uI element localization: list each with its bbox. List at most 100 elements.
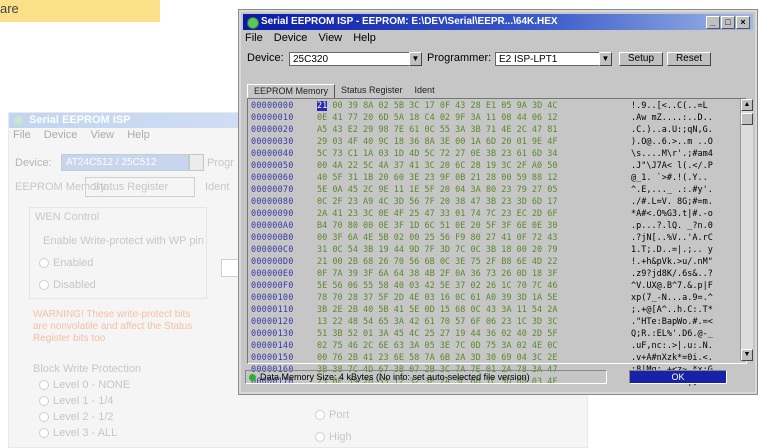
address-cell: 00000150 [251,353,294,363]
radio-icon [39,396,49,407]
address-cell: 00000050 [251,161,294,171]
hex-row[interactable]: A5 43 E2 29 98 7E 61 0C 55 3A 3B 71 4E 2… [317,124,617,136]
hex-row[interactable]: 13 22 48 54 65 3A 42 61 70 57 6F 06 23 1… [317,316,617,328]
background-level-2: Level 2 - 1/2 [39,411,114,423]
programmer-dropdown-button[interactable]: ▼ [599,52,612,66]
hex-row[interactable]: 29 03 4F 40 9C 18 36 8A 3E 00 1A 6D 20 0… [317,136,617,148]
background-tab-ident: Ident [205,181,230,193]
background-group-text: Enable Write-protect with WP pin [43,235,204,247]
ascii-row: ).O@..6.>..m ..O [631,137,713,147]
device-label: Device: [247,52,284,64]
hex-data-grid[interactable]: 21 00 39 8A 02 5B 3C 17 0F 43 28 E1 05 9… [317,100,617,388]
radio-label: Level 2 - 1/2 [53,411,114,423]
background-radio-enabled: Enabled [39,257,93,269]
radio-icon [315,410,325,421]
hex-row[interactable]: 40 5F 31 1B 20 60 3E 23 9F 0B 21 28 00 5… [317,172,617,184]
scroll-thumb[interactable] [741,113,753,125]
address-cell: 00000120 [251,317,294,327]
titlebar[interactable]: Serial EEPROM ISP - EEPROM: E:\DEV\Seria… [243,14,753,30]
address-cell: 000000E0 [251,269,294,279]
background-radio-disabled: Disabled [39,279,96,291]
background-tab-status: Status Register [93,181,169,193]
hex-row[interactable]: 5E 0A 45 2C 9E 11 1E 5F 20 04 3A 80 23 7… [317,184,617,196]
tab-ident[interactable]: Ident [409,84,441,98]
app-icon [14,116,23,125]
progress-bar: OK [629,370,727,384]
background-option-port: Port [315,409,349,421]
device-select[interactable]: 25C320 [289,52,409,66]
radio-label: Level 1 - 1/4 [53,395,114,407]
tab-eeprom-memory[interactable]: EEPROM Memory [247,84,336,98]
radio-label: Level 0 - NONE [53,379,131,391]
hex-row[interactable]: 78 70 28 37 5F 2D 4E 03 16 0C 61 A0 39 3… [317,292,617,304]
hex-row[interactable]: 0E 41 77 20 6D 5A 18 C4 02 9F 3A 11 08 4… [317,112,617,124]
menu-file[interactable]: File [245,32,263,44]
scroll-down-button[interactable]: ▼ [741,349,753,361]
hex-row[interactable]: 00 4A 22 5C 4A 37 41 3C 20 6C 28 19 3C 2… [317,160,617,172]
background-block-title: Block Write Protection [33,363,142,375]
background-group-title: WEN Control [35,211,100,223]
hex-row[interactable]: 5C 73 C1 1A 03 1D 4D 5C 72 27 0E 3B 23 6… [317,148,617,160]
hex-row[interactable]: 51 3B 52 01 3A 45 4C 25 27 19 44 36 02 4… [317,328,617,340]
hex-row[interactable]: 2A 41 23 3C 0E 4F 25 47 33 01 74 7C 23 E… [317,208,617,220]
menu-device[interactable]: Device [274,32,308,44]
hex-row[interactable]: 21 00 2B 68 26 70 56 6B 0C 3E 75 2F B8 6… [317,256,617,268]
hex-row[interactable]: B4 70 80 00 0E 3F 1D 6C 51 0E 20 5F 3F 6… [317,220,617,232]
tab-status-register[interactable]: Status Register [335,84,409,98]
device-dropdown-button[interactable]: ▼ [409,52,422,66]
ascii-row: .p...?.lQ. _?n.0 [631,221,713,231]
address-cell: 000000A0 [251,221,294,231]
selected-byte[interactable]: 21 [317,101,328,111]
ascii-row: *A#<.O%G3.t|#.-o [631,209,713,219]
hex-row[interactable]: 0F 7A 39 3F 6A 64 38 4B 2F 0A 36 73 26 0… [317,268,617,280]
background-menu-device: Device [43,129,78,141]
hex-row[interactable]: 02 75 46 2C 6E 63 3A 05 3E 7C 0D 75 3A 0… [317,340,617,352]
maximize-button[interactable]: □ [721,16,735,29]
tab-bar: EEPROM Memory Status Register Ident [247,84,441,98]
radio-label: Level 3 - ALL [53,427,118,439]
background-device-dropdown [189,154,204,171]
hex-row[interactable]: 3B 2E 2B 40 5B 41 5E 0D 15 68 0C 43 3A 1… [317,304,617,316]
progress-label: OK [671,372,685,382]
setup-button[interactable]: Setup [619,52,663,66]
hex-row[interactable]: 5E 56 06 55 58 40 03 42 5E 37 02 26 1C 7… [317,280,617,292]
ascii-row: 1.T;.D..=|.;.. y [631,245,713,255]
ascii-row: \s....M\r'.;#am4 [631,149,713,159]
ascii-row: .v+A#nXzk*=0i.<. [631,353,713,363]
ascii-row: .Aw mZ....:..D.. [631,113,713,123]
minimize-button[interactable]: _ [706,16,720,29]
chevron-down-icon: ▼ [601,54,610,63]
radio-icon [315,432,325,443]
background-level-3: Level 3 - ALL [39,427,117,439]
background-warning-text: WARNING! These write-protect bits are no… [33,309,193,344]
scroll-up-button[interactable]: ▲ [741,99,753,111]
ascii-row: .?jN[..%V..'A.rC [631,233,713,243]
close-button[interactable]: × [736,16,750,29]
address-cell: 00000060 [251,173,294,183]
hex-row[interactable]: 21 00 39 8A 02 5B 3C 17 0F 43 28 E1 05 9… [317,100,617,112]
ascii-row: .z9?jd8K/.6s&..? [631,269,713,279]
programmer-select[interactable]: E2 ISP-LPT1 [495,52,599,66]
hex-row[interactable]: 31 0C 54 3B 19 44 9D 7F 3D 7C 0C 3B 18 0… [317,244,617,256]
menu-view[interactable]: View [318,32,342,44]
background-device-label: Device: [15,157,52,169]
menu-help[interactable]: Help [353,32,376,44]
address-cell: 00000040 [251,149,294,159]
address-cell: 00000140 [251,341,294,351]
hex-row[interactable]: 00 76 2B 41 23 6E 58 7A 6B 2A 3D 30 69 0… [317,352,617,364]
reset-button[interactable]: Reset [667,52,711,66]
vertical-scrollbar[interactable]: ▲ ▼ [740,99,753,361]
hex-row[interactable]: 00 3F 6A 4E 5B 02 00 25 56 F9 80 27 41 0… [317,232,617,244]
address-cell: 000000B0 [251,233,294,243]
radio-label: Port [329,409,350,421]
address-cell: 00000100 [251,293,294,303]
radio-icon [39,428,49,439]
background-level-0: Level 0 - NONE [39,379,130,391]
ascii-row: ./#.L=V. 8G;#=m. [631,197,713,207]
address-cell: 00000030 [251,137,294,147]
chevron-down-icon: ▼ [411,54,420,63]
hex-row[interactable]: 0C 2F 23 A9 4C 3D 56 7F 20 38 47 3B 23 3… [317,196,617,208]
address-cell: 00000010 [251,113,294,123]
status-text: Data Memory Size: 4 kBytes (No info: set… [260,372,530,382]
arrow-up-icon: ▲ [743,101,751,108]
